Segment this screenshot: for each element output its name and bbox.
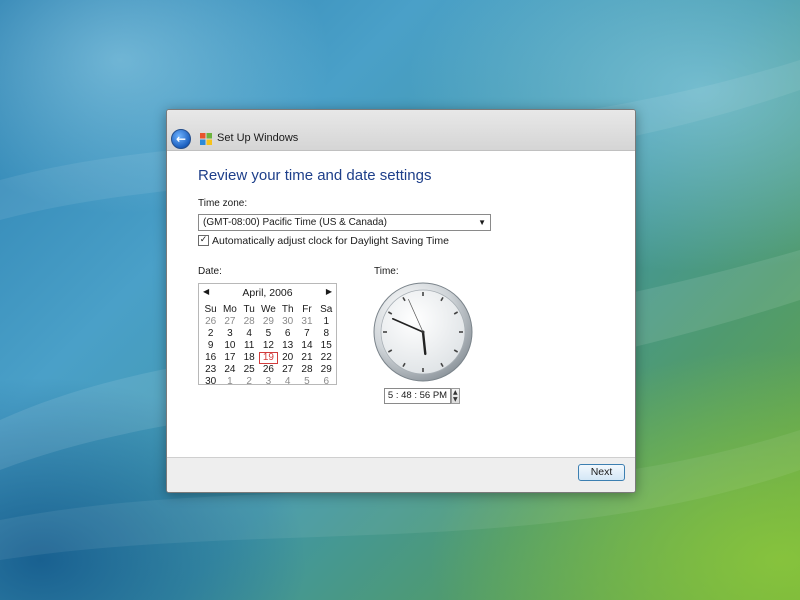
footer-bar: Next [167, 457, 635, 492]
calendar-weekday: Mo [222, 304, 237, 315]
time-input[interactable]: 5 : 48 : 56 PM [384, 388, 451, 404]
back-arrow-icon: ← [175, 132, 187, 146]
analog-clock [373, 282, 473, 382]
calendar-day[interactable]: 20 [278, 352, 297, 364]
calendar-day[interactable]: 29 [317, 364, 336, 376]
calendar-day[interactable]: 28 [297, 364, 316, 376]
dst-checkbox-label[interactable]: Automatically adjust clock for Daylight … [212, 235, 449, 247]
calendar-day[interactable]: 27 [220, 316, 239, 328]
calendar-day[interactable]: 5 [297, 376, 316, 388]
window-title: Set Up Windows [217, 132, 299, 144]
calendar-day[interactable]: 14 [297, 340, 316, 352]
calendar-day[interactable]: 1 [220, 376, 239, 388]
calendar-day[interactable]: 2 [201, 328, 220, 340]
calendar-day[interactable]: 4 [278, 376, 297, 388]
calendar-day[interactable]: 10 [220, 340, 239, 352]
calendar-weekday: We [261, 304, 276, 315]
calendar-day[interactable]: 23 [201, 364, 220, 376]
calendar-day[interactable]: 30 [278, 316, 297, 328]
calendar-day[interactable]: 3 [259, 376, 278, 388]
calendar-day[interactable]: 11 [240, 340, 259, 352]
calendar-day[interactable]: 12 [259, 340, 278, 352]
calendar-day[interactable]: 29 [259, 316, 278, 328]
calendar-day[interactable]: 3 [220, 328, 239, 340]
calendar-day[interactable]: 1 [317, 316, 336, 328]
calendar-day[interactable]: 31 [297, 316, 316, 328]
calendar-day[interactable]: 18 [240, 352, 259, 364]
timezone-dropdown[interactable]: (GMT-08:00) Pacific Time (US & Canada) ▼ [198, 214, 491, 231]
calendar-day-selected[interactable]: 19 [258, 352, 279, 364]
calendar-day[interactable]: 21 [297, 352, 316, 364]
page-heading: Review your time and date settings [198, 167, 432, 184]
calendar-day[interactable]: 16 [201, 352, 220, 364]
setup-window: ← Set Up Windows Review your time and da… [166, 109, 636, 493]
calendar-week-row: 26 27 28 29 30 31 1 [201, 316, 336, 328]
spin-down-icon[interactable]: ▼ [453, 396, 458, 403]
calendar-day[interactable]: 2 [240, 376, 259, 388]
calendar-day[interactable]: 6 [278, 328, 297, 340]
calendar-day[interactable]: 24 [220, 364, 239, 376]
calendar-grid: Su Mo Tu We Th Fr Sa 26 27 28 29 30 31 1 2 3 4 5 6 7 8 9 10 11 1… [201, 304, 336, 388]
calendar-week-row: 9 10 11 12 13 14 15 [201, 340, 336, 352]
calendar-day[interactable]: 25 [240, 364, 259, 376]
calendar-day[interactable]: 27 [278, 364, 297, 376]
date-calendar: ◀ April, 2006 ▶ Su Mo Tu We Th Fr Sa 26 27 28 29 30… [198, 283, 337, 388]
calendar-weekday: Su [204, 304, 217, 315]
time-spinner[interactable]: ▲ ▼ [451, 388, 460, 404]
back-button[interactable]: ← [171, 129, 191, 149]
calendar-day[interactable]: 30 [201, 376, 220, 388]
chevron-right-icon[interactable]: ▶ [326, 287, 332, 296]
time-label: Time: [374, 266, 399, 277]
calendar-day[interactable]: 26 [201, 316, 220, 328]
calendar-day[interactable]: 17 [220, 352, 239, 364]
calendar-header: ◀ April, 2006 ▶ [199, 284, 336, 302]
calendar-day[interactable]: 15 [317, 340, 336, 352]
calendar-day[interactable]: 5 [259, 328, 278, 340]
calendar-day[interactable]: 7 [297, 328, 316, 340]
calendar-weekday: Th [281, 304, 294, 315]
calendar-weekday: Tu [243, 304, 255, 315]
calendar-week-row: 30 1 2 3 4 5 6 [201, 376, 336, 388]
timezone-label: Time zone: [198, 198, 248, 209]
windows-logo-icon [200, 133, 212, 145]
calendar-weekday: Fr [302, 304, 312, 315]
next-button[interactable]: Next [578, 464, 625, 481]
calendar-day[interactable]: 8 [317, 328, 336, 340]
timezone-value: (GMT-08:00) Pacific Time (US & Canada) [203, 217, 387, 228]
title-bar: ← Set Up Windows [167, 110, 635, 151]
calendar-week-row: 16 17 18 19 20 21 22 [201, 352, 336, 364]
calendar-day[interactable]: 28 [240, 316, 259, 328]
calendar-weekday: Sa [320, 304, 333, 315]
date-label: Date: [198, 266, 222, 277]
spin-up-icon[interactable]: ▲ [453, 389, 458, 396]
calendar-day[interactable]: 13 [278, 340, 297, 352]
calendar-day[interactable]: 4 [240, 328, 259, 340]
calendar-day[interactable]: 6 [317, 376, 336, 388]
calendar-day[interactable]: 26 [259, 364, 278, 376]
calendar-week-row: 23 24 25 26 27 28 29 [201, 364, 336, 376]
calendar-day[interactable]: 9 [201, 340, 220, 352]
calendar-weekday-row: Su Mo Tu We Th Fr Sa [201, 304, 336, 316]
calendar-day[interactable]: 22 [317, 352, 336, 364]
chevron-down-icon: ▼ [478, 218, 486, 227]
dst-checkbox[interactable]: ✓ [198, 235, 209, 246]
calendar-week-row: 2345678 [201, 328, 336, 340]
calendar-month-title[interactable]: April, 2006 [199, 287, 336, 299]
